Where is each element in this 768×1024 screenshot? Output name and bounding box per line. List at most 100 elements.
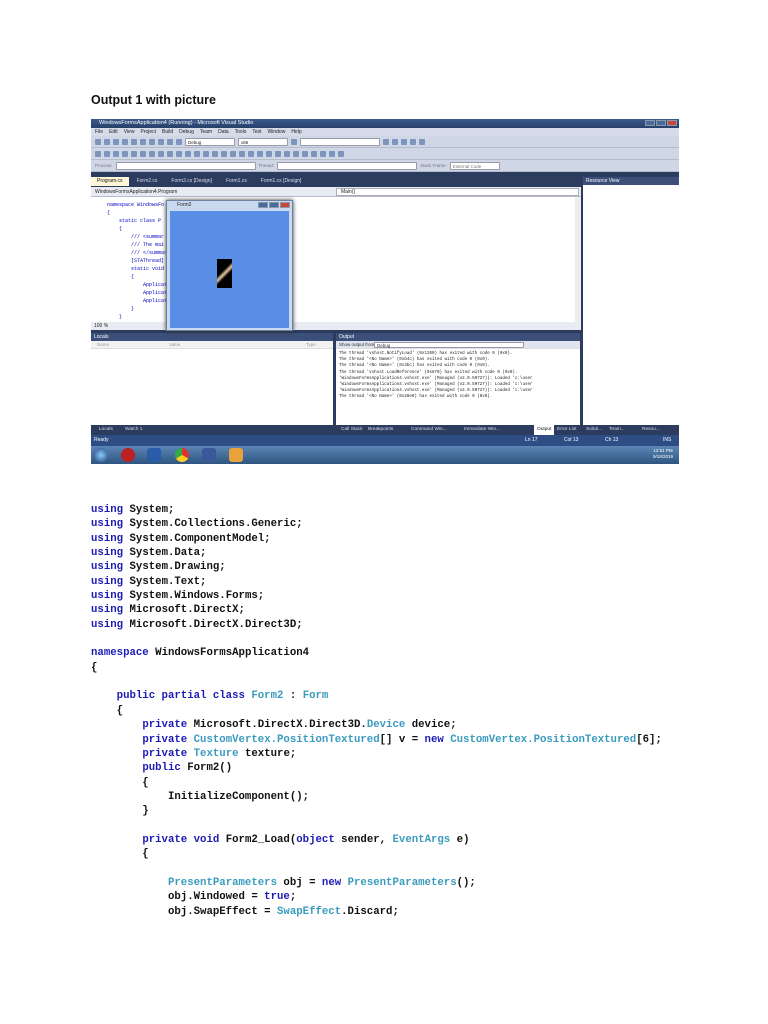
- navigation-bar: WindowsFormsApplication4.Program Main(): [91, 187, 581, 197]
- stack-label: Stack Frame:: [420, 163, 447, 168]
- code-text: System.Collections.Generic;: [129, 518, 303, 531]
- bottom-tab: Watch 1: [125, 427, 143, 432]
- find-box: [300, 137, 380, 146]
- code-text: {: [91, 661, 98, 674]
- code-line: InitializeComponent();: [91, 790, 662, 804]
- type-name: Device: [366, 719, 406, 732]
- code-text: Microsoft.DirectX;: [129, 604, 245, 617]
- bottom-tab: Team...: [609, 427, 625, 432]
- clock-date: 9/18/2019: [652, 454, 673, 459]
- zoom-level: 100 %: [91, 322, 581, 330]
- code-line: using System;: [91, 503, 662, 517]
- document-tab: Program.cs: [91, 177, 129, 186]
- code-line: using System.Windows.Forms;: [91, 589, 662, 603]
- document-tabs: Program.cs Form2.cs Form2.cs [Design] Form1…: [91, 177, 581, 186]
- code-text: obj.SwapEffect =: [91, 905, 277, 918]
- status-ready: Ready: [94, 437, 109, 443]
- type-name: Texture: [193, 747, 239, 760]
- code-text: System.Text;: [129, 575, 207, 588]
- word-icon: [147, 448, 161, 462]
- bottom-tab: Resou...: [642, 427, 660, 432]
- code-line: PresentParameters obj = new PresentParam…: [91, 876, 662, 890]
- keyword: using: [91, 590, 124, 603]
- code-text: Form2(): [187, 762, 233, 775]
- form2-window: Form2: [166, 200, 293, 331]
- code-line: }: [91, 804, 662, 818]
- resource-view-panel: Resource View: [583, 177, 679, 428]
- form2-canvas: [170, 211, 289, 328]
- keyword: namespace: [91, 647, 149, 660]
- folder-icon: [229, 448, 243, 462]
- code-text: }: [91, 805, 149, 818]
- code-line: private Microsoft.DirectX.Direct3D.Devic…: [91, 718, 662, 732]
- type-name: EventArgs: [392, 833, 451, 846]
- keyword: private: [142, 733, 188, 746]
- col-type: Type: [306, 342, 316, 347]
- document-tab: Form1.cs [Design]: [260, 178, 302, 184]
- menu-item: View: [123, 129, 135, 135]
- keyword: public partial class: [116, 690, 245, 703]
- keyword: using: [91, 618, 124, 631]
- app-icon: [121, 448, 135, 462]
- code-text: WindowsFormsApplication4: [155, 647, 310, 660]
- status-bar: Ready Ln 17 Col 13 Ch 13 INS: [91, 435, 679, 446]
- minimize-icon: [645, 120, 655, 126]
- code-line: using System.Collections.Generic;: [91, 517, 662, 531]
- menu-item: Help: [291, 129, 302, 135]
- keyword: using: [91, 604, 124, 617]
- config-select: Debug: [185, 137, 235, 146]
- code-text: {: [91, 776, 149, 789]
- menu-item: Project: [140, 129, 156, 135]
- toolbar-standard: Debug x86: [91, 136, 679, 148]
- clock-time: 12:51 PM: [653, 448, 673, 453]
- keyword: true: [264, 891, 290, 904]
- status-col: Col 13: [564, 437, 579, 443]
- bottom-tab: Immediate Win...: [464, 427, 500, 432]
- keyword: object: [296, 833, 335, 846]
- col-name: Name: [97, 342, 110, 347]
- code-text: [6];: [636, 733, 662, 746]
- code-text: System.Windows.Forms;: [129, 590, 265, 603]
- keyword: private: [142, 747, 188, 760]
- menu-item: Tools: [234, 129, 247, 135]
- code-text: {: [91, 848, 149, 861]
- menu-item: Edit: [109, 129, 118, 135]
- locals-panel: Locals Name Value Type: [91, 333, 333, 425]
- document-tab: Form1.cs: [225, 178, 247, 184]
- thread-label: Thread:: [258, 163, 275, 168]
- bottom-tab: Call Stack: [341, 427, 363, 432]
- type-name: CustomVertex.PositionTextured: [193, 733, 380, 746]
- code-line: namespace WindowsFormsApplication4: [91, 646, 662, 660]
- tool-window-tabs: Locals Watch 1 Call Stack Breakpoints Comman…: [91, 425, 679, 435]
- process-label: Process:: [95, 163, 113, 168]
- toolbar-location: Process: Thread: Stack Frame: External Code: [91, 160, 679, 172]
- code-text: [] v =: [379, 733, 425, 746]
- keyword: using: [91, 547, 124, 560]
- toolbar-debug: [91, 148, 679, 160]
- code-text: ();: [456, 876, 476, 889]
- member-dropdown: Main(): [336, 188, 579, 196]
- type-name: SwapEffect: [277, 905, 342, 918]
- code-line: public partial class Form2 : Form: [91, 689, 662, 703]
- status-line: Ln 17: [525, 437, 538, 443]
- code-editor: namespace WindowsFo{ static class P { //…: [91, 197, 581, 328]
- keyword: private: [142, 719, 188, 732]
- editor-scrollbar: [575, 197, 581, 322]
- code-text: sender,: [341, 833, 387, 846]
- vs-screenshot: WindowsFormsApplication4 (Running) - Mic…: [91, 119, 679, 464]
- code-line: {: [91, 704, 662, 718]
- menu-item: Test: [252, 129, 262, 135]
- bottom-tab: Command Win...: [411, 427, 447, 432]
- code-line: using Microsoft.DirectX.Direct3D;: [91, 618, 662, 632]
- menu-item: Team: [199, 129, 213, 135]
- menu-item: Data: [218, 129, 229, 135]
- document-tab: Form2.cs: [136, 178, 158, 184]
- output-title: Output: [336, 333, 580, 341]
- stack-frame-select: External Code: [449, 161, 500, 170]
- code-line: using Microsoft.DirectX;: [91, 603, 662, 617]
